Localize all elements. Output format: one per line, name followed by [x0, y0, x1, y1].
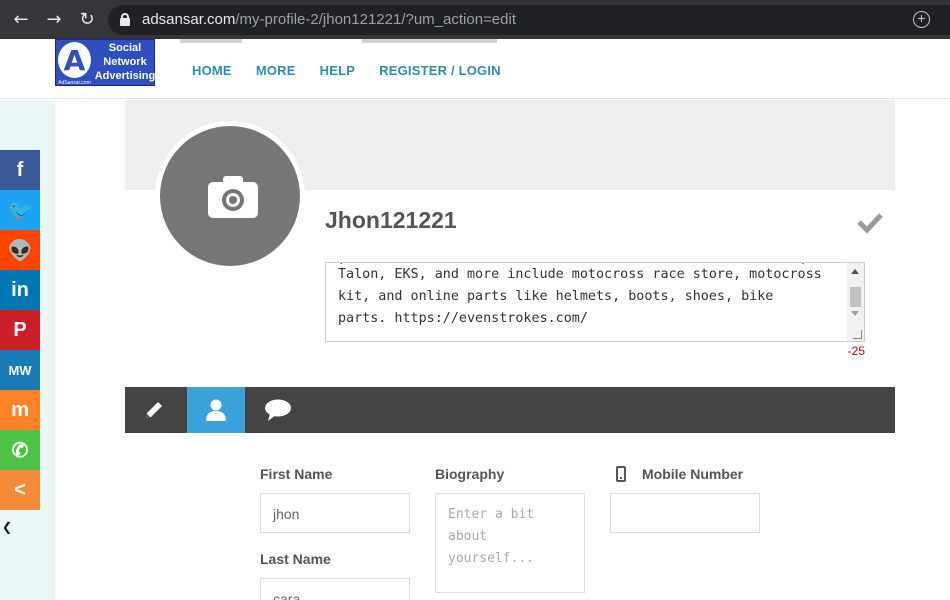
site-logo[interactable]: A AdSansar.com Social Network Advertisin… [55, 39, 155, 86]
first-name-label: First Name [260, 466, 333, 482]
check-icon[interactable] [856, 210, 884, 234]
pinterest-share-button[interactable]: P [0, 310, 40, 350]
mix-share-button[interactable]: m [0, 390, 40, 430]
social-share-bar: f 🐦 👽 in P MW m ✆ < [0, 150, 40, 510]
logo-text: Social Network Advertising [94, 42, 156, 82]
facebook-share-button[interactable]: f [0, 150, 40, 190]
char-count: -25 [847, 344, 865, 358]
url-text: adsansar.com/my-profile-2/jhon121221/?um… [142, 11, 516, 28]
twitter-share-button[interactable]: 🐦 [0, 190, 40, 230]
mewe-share-button[interactable]: MW [0, 350, 40, 390]
nav-more[interactable]: MORE [256, 63, 296, 78]
resize-grip-icon[interactable] [853, 330, 862, 339]
add-bookmark-icon[interactable]: + [913, 11, 930, 28]
share-share-button[interactable]: < [0, 470, 40, 510]
pinterest-icon: P [13, 318, 27, 341]
nav-tab-marker [180, 39, 242, 43]
first-name-input[interactable]: jhon [260, 493, 410, 533]
url-path: /my-profile-2/jhon121221/?um_action=edit [235, 11, 516, 28]
linkedin-icon: in [11, 278, 29, 301]
nav-home[interactable]: HOME [192, 63, 232, 78]
mobile-phone-icon [616, 466, 626, 482]
lock-icon[interactable] [120, 13, 130, 26]
site-header: A AdSansar.com Social Network Advertisin… [0, 39, 950, 99]
browser-toolbar: ← → ↻ adsansar.com/my-profile-2/jhon1212… [0, 0, 950, 39]
biography-input[interactable]: Enter a bit about yourself... [435, 493, 585, 593]
profile-username: Jhon121221 [325, 207, 457, 233]
tab-edit[interactable] [125, 387, 183, 433]
tab-comments[interactable] [249, 387, 307, 433]
profile-avatar[interactable] [155, 121, 305, 271]
mobile-number-label: Mobile Number [642, 466, 744, 482]
whatsapp-share-button[interactable]: ✆ [0, 430, 40, 470]
scroll-down-icon[interactable] [851, 311, 859, 316]
bio-text: Talon, EKS, and more include motocross r… [338, 267, 822, 326]
mewe-icon: MW [8, 362, 32, 378]
reddit-share-button[interactable]: 👽 [0, 230, 40, 270]
collapse-share-icon[interactable]: ❮ [2, 520, 16, 534]
nav-help[interactable]: HELP [320, 63, 355, 78]
camera-icon[interactable] [208, 176, 260, 218]
forward-arrow-icon[interactable]: → [43, 9, 65, 31]
back-arrow-icon[interactable]: ← [10, 9, 32, 31]
twitter-icon: 🐦 [7, 199, 33, 222]
reload-icon[interactable]: ↻ [76, 9, 98, 31]
nav-tab-marker [362, 39, 497, 43]
nav-register-login[interactable]: REGISTER / LOGIN [379, 63, 501, 78]
logo-mark-icon: A AdSansar.com [58, 42, 91, 86]
address-bar[interactable]: adsansar.com/my-profile-2/jhon121221/?um… [108, 5, 950, 35]
whatsapp-icon: ✆ [11, 439, 29, 462]
profile-tab-bar [125, 387, 895, 433]
mix-icon: m [11, 398, 29, 421]
last-name-label: Last Name [260, 551, 331, 567]
user-icon [206, 399, 226, 421]
scroll-up-icon[interactable] [851, 269, 859, 274]
facebook-icon: f [16, 158, 24, 181]
scroll-thumb[interactable] [850, 287, 861, 307]
url-host: adsansar.com [142, 11, 236, 28]
linkedin-share-button[interactable]: in [0, 270, 40, 310]
last-name-input[interactable]: cara [260, 578, 410, 600]
profile-bio-textarea[interactable]: , , Talon, EKS, and more include motocro… [325, 262, 865, 342]
comment-icon [265, 399, 291, 421]
share-icon: < [14, 478, 26, 501]
mobile-number-input[interactable] [610, 493, 760, 533]
reddit-icon: 👽 [7, 239, 33, 262]
main-nav: HOME MORE HELP REGISTER / LOGIN [192, 63, 501, 78]
biography-label: Biography [435, 466, 505, 482]
pencil-icon [146, 402, 162, 418]
tab-profile[interactable] [187, 387, 245, 433]
